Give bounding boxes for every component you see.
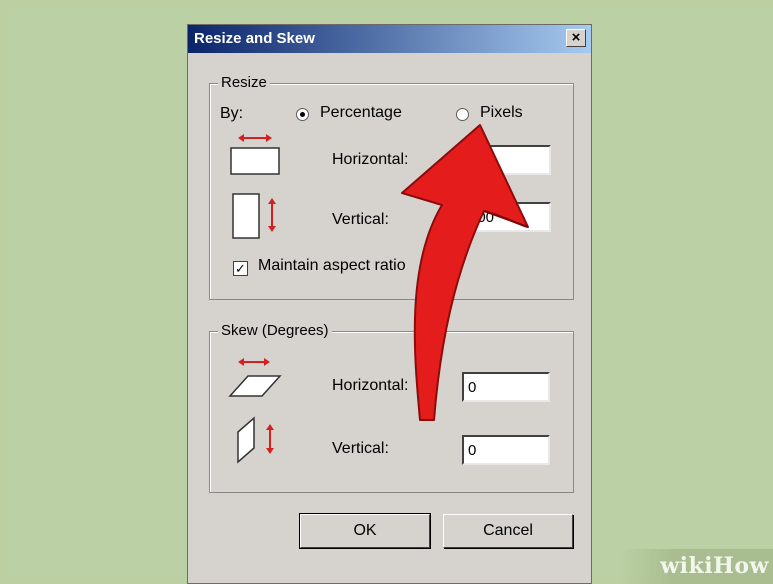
skew-vertical-input[interactable]: 0 xyxy=(462,435,550,465)
resize-group-label: Resize xyxy=(218,74,270,91)
cancel-button[interactable]: Cancel xyxy=(443,514,573,548)
title-bar[interactable]: Resize and Skew × xyxy=(188,25,591,53)
annotation-arrow xyxy=(401,124,529,421)
skew-vertical-label: Vertical: xyxy=(332,440,389,457)
vertical-resize-icon xyxy=(232,193,276,239)
close-button[interactable]: × xyxy=(566,29,586,47)
skew-group-label: Skew (Degrees) xyxy=(218,322,332,339)
checkmark-icon: ✓ xyxy=(235,261,246,276)
close-icon: × xyxy=(571,29,581,46)
by-label: By: xyxy=(220,105,244,122)
dialog-title: Resize and Skew xyxy=(194,30,315,47)
horizontal-skew-icon xyxy=(228,358,282,397)
watermark-wiki: wiki xyxy=(660,553,714,579)
wikihow-watermark: wikiHow xyxy=(620,549,773,584)
maintain-aspect-checkbox[interactable]: ✓ xyxy=(233,261,248,276)
ok-button[interactable]: OK xyxy=(299,513,431,549)
vertical-skew-icon xyxy=(237,416,274,464)
percentage-radio[interactable] xyxy=(296,108,309,121)
horizontal-resize-icon xyxy=(230,134,280,175)
watermark-how: How xyxy=(713,553,769,579)
